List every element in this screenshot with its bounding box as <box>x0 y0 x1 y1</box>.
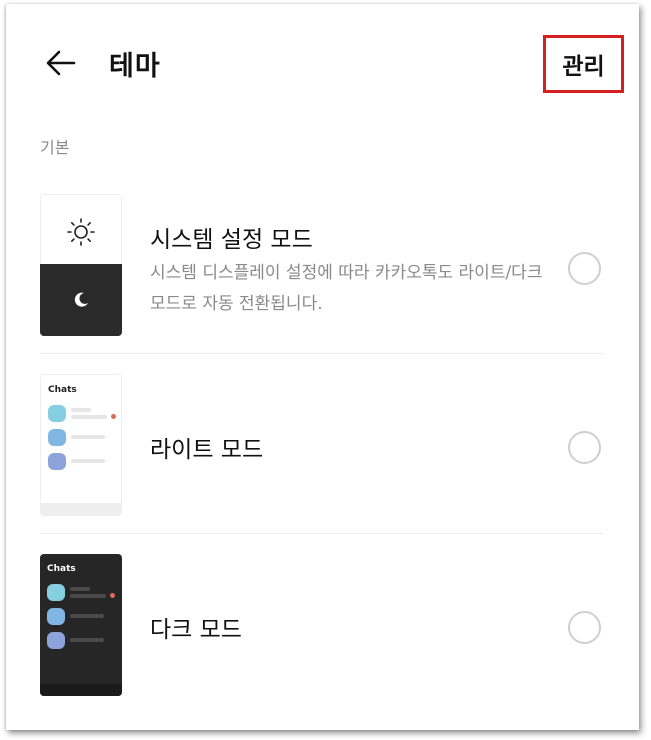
option-description: 시스템 디스플레이 설정에 따라 카카오톡도 라이트/다크 모드로 자동 전환됩… <box>150 263 543 314</box>
preview-avatar <box>48 453 66 470</box>
preview-line <box>70 638 104 642</box>
preview-chats-label: Chats <box>48 385 77 395</box>
radio-light-mode[interactable] <box>568 431 601 464</box>
radio-dark-mode[interactable] <box>568 611 601 644</box>
app-window: 테마 관리 기본 시스템 설정 모드 시스템 디스플레이 설정에 따라 카카오톡… <box>6 4 639 730</box>
preview-line <box>70 614 104 618</box>
unread-dot <box>111 414 116 419</box>
preview-avatar <box>47 632 65 649</box>
theme-option-system[interactable]: 시스템 설정 모드 시스템 디스플레이 설정에 따라 카카오톡도 라이트/다크 … <box>40 194 603 340</box>
arrow-left-icon <box>46 50 76 76</box>
preview-avatar <box>47 608 65 625</box>
dark-mode-preview: Chats <box>40 554 122 696</box>
moon-icon <box>74 292 88 307</box>
preview-line <box>71 415 107 419</box>
preview-avatar <box>48 429 66 446</box>
app-header: 테마 관리 <box>6 4 639 114</box>
preview-line <box>71 435 105 439</box>
preview-avatar <box>47 584 65 601</box>
manage-button[interactable]: 관리 <box>543 35 624 93</box>
system-preview-light-half <box>40 194 122 264</box>
preview-avatar <box>48 405 66 422</box>
manage-button-label: 관리 <box>562 54 605 80</box>
theme-option-dark[interactable]: Chats 다크 모드 <box>40 554 603 700</box>
divider <box>40 353 603 354</box>
preview-line <box>71 459 105 463</box>
option-title: 다크 모드 <box>150 617 242 643</box>
option-title: 시스템 설정 모드 <box>150 227 313 253</box>
sun-icon <box>67 218 95 246</box>
section-label: 기본 <box>40 138 70 157</box>
page-title: 테마 <box>109 51 161 82</box>
option-title: 라이트 모드 <box>150 437 264 463</box>
system-preview-dark-half <box>40 264 122 336</box>
preview-tab-bar <box>40 684 122 696</box>
preview-line <box>70 594 106 598</box>
radio-system-mode[interactable] <box>568 252 601 285</box>
back-button[interactable] <box>44 46 78 80</box>
unread-dot <box>110 593 115 598</box>
light-mode-preview: Chats <box>40 374 122 516</box>
system-mode-preview <box>40 194 122 336</box>
theme-option-light[interactable]: Chats 라이트 모드 <box>40 374 603 520</box>
preview-tab-bar <box>41 503 121 515</box>
preview-line <box>71 408 91 412</box>
divider <box>40 533 603 534</box>
preview-line <box>70 587 90 591</box>
preview-chats-label: Chats <box>47 564 76 574</box>
